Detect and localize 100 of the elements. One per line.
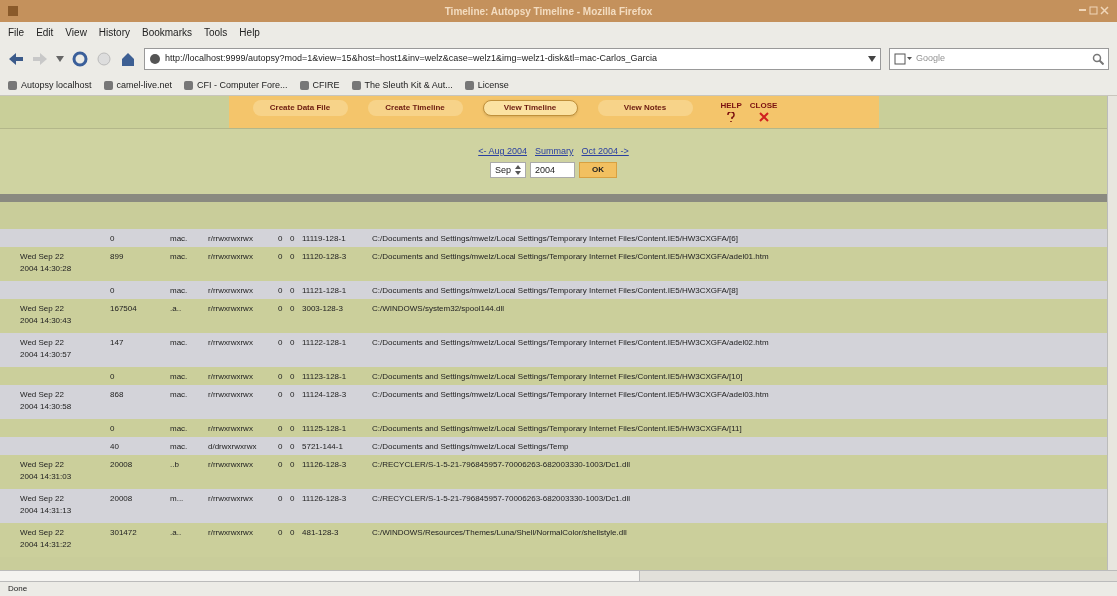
bookmark-item[interactable]: Autopsy localhost [8,78,92,93]
toolbar-button[interactable]: Create Data File [252,100,348,116]
month-select[interactable]: Sep [490,162,526,179]
table-cell-text: 0 [290,372,295,381]
table-cell-text: mac. [170,390,188,399]
next-month-link[interactable]: Oct 2004 -> [581,144,629,159]
bookmark-item[interactable]: CFI - Computer Fore... [184,78,288,93]
close-button[interactable]: CLOSE [749,100,778,122]
search-field[interactable]: Google [916,52,1088,66]
url-text: http://localhost:9999/autopsy?mod=1&view=15&host=host1&inv=welz&case=welz1&img=welz1-disk&tl=mac-Carlos_Garcia [165,52,658,66]
table-cell-text: 0 [110,424,115,433]
back-icon[interactable] [8,52,24,66]
dropdown-icon[interactable] [868,56,876,62]
bookmark-item[interactable]: The Sleuth Kit & Aut... [351,78,453,93]
year-field[interactable]: 2004 [530,162,575,179]
menu-item[interactable]: History [98,24,130,40]
table-cell-text: 0 [110,234,115,243]
menu-item[interactable]: Tools [204,24,228,40]
dropdown-icon[interactable] [56,56,64,62]
table-cell-text: r/rrwxrwxrwx [208,528,253,537]
file-path-text: C:/Documents and Settings/mwelz/Local Settings/Temporary Internet Files/Content.IE5/HW3CXGFA/[6] [372,234,738,243]
summary-link[interactable]: Summary [535,144,574,159]
file-path-text: C:/Documents and Settings/mwelz/Local Settings/Temporary Internet Files/Content.IE5/HW3CXGFA/adel02.htm [372,338,769,347]
file-path-text: C:/Documents and Settings/mwelz/Local Settings/Temp [372,442,569,451]
table-cell-text: 3003-128-3 [302,304,343,313]
file-path-text: C:/RECYCLER/S-1-5-21-796845957-70006263-682003330-1003/Dc1.dll [372,494,630,503]
vertical-scrollbar[interactable] [1107,96,1117,570]
app-icon [8,6,18,16]
table-cell-text: 11119-128-1 [302,234,346,243]
table-cell-text: 11125-128-1 [302,424,347,433]
help-button[interactable]: HELP [720,100,742,122]
bookmark-icon [464,81,474,90]
table-cell-text: 0 [290,234,295,243]
table-cell-text: 0 [110,286,115,295]
table-cell-text: 11123-128-1 [302,372,347,381]
table-row[interactable]: 0 mac. r/rrwxrwxrwx 0 0 11121-128-1 C:/Documents and Settings/mwelz/Local Settings/Temporary Internet Files/Content.IE5/HW3CXGFA/[8] [0,281,1107,299]
close-icon [758,112,769,122]
table-cell-text: r/rrwxrwxrwx [208,390,253,399]
toolbar-button[interactable]: View Timeline [482,100,578,116]
table-cell-text: 0 [278,338,283,347]
table-row[interactable]: Wed Sep 22 2004 14:30:57 147 mac. r/rrwxrwxrwx 0 0 11122-128-1 C:/Documents and Settings/mwelz/Local Settings/Temporary Internet Files/Content.IE5/HW3CXGFA/adel02.htm [0,333,1107,367]
table-row[interactable]: 40 mac. d/drwxrwxrwx 0 0 5721-144-1 C:/Documents and Settings/mwelz/Local Settings/Temp [0,437,1107,455]
home-icon[interactable] [120,51,136,67]
table-cell-text: mac. [170,372,188,381]
table-cell-text: 0 [278,424,283,433]
help-icon [727,112,736,122]
bookmark-item[interactable]: camel-live.net [103,78,173,93]
table-cell-text: 167504 [110,304,137,313]
file-path-text: C:/Documents and Settings/mwelz/Local Settings/Temporary Internet Files/Content.IE5/HW3CXGFA/[8] [372,286,738,295]
table-cell-text: 301472 [110,528,137,537]
table-cell-text: Wed Sep 22 2004 14:31:22 [20,528,72,549]
search-engine-icon[interactable] [894,53,912,65]
table-cell-text: 0 [278,372,283,381]
bookmark-item[interactable]: License [464,78,509,93]
search-box[interactable]: Google [889,48,1109,70]
table-cell-text: m... [170,494,184,503]
search-icon[interactable] [1092,53,1104,65]
table-cell-text: Wed Sep 22 2004 14:30:28 [20,252,72,273]
table-cell-text: 0 [290,338,295,347]
menu-item[interactable]: File [8,24,25,40]
menu-item[interactable]: Help [239,24,260,40]
file-path-text: C:/Documents and Settings/mwelz/Local Settings/Temporary Internet Files/Content.IE5/HW3CXGFA/[11] [372,424,742,433]
toolbar-button[interactable]: Create Timeline [367,100,463,116]
address-field[interactable]: http://localhost:9999/autopsy?mod=1&view=15&host=host1&inv=welz&case=welz1&img=welz1-disk&tl=mac-Carlos_Garcia [144,48,881,70]
table-row[interactable]: 0 mac. r/rrwxrwxrwx 0 0 11119-128-1 C:/Documents and Settings/mwelz/Local Settings/Temporary Internet Files/Content.IE5/HW3CXGFA/[6] [0,229,1107,247]
table-cell-text: 40 [110,442,119,451]
window-title: Timeline: Autopsy Timeline - Mozilla Firefox [443,4,654,19]
bookmark-icon [184,81,194,90]
table-cell-text: d/drwxrwxrwx [208,442,257,451]
bookmark-icon [351,81,361,90]
table-cell-text: 0 [278,528,283,537]
table-row[interactable]: Wed Sep 22 2004 14:31:13 20008 m... r/rrwxrwxrwx 0 0 11126-128-3 C:/RECYCLER/S-1-5-21-796845957-70006263-682003330-1003/Dc1.dll [0,489,1107,523]
toolbar-button[interactable]: View Notes [597,100,693,116]
bookmark-item[interactable]: CFIRE [299,78,340,93]
table-cell-text: ..b [170,460,179,469]
table-cell-text: mac. [170,234,188,243]
table-cell-text: 147 [110,338,124,347]
menu-item[interactable]: Edit [36,24,54,40]
menu-item[interactable]: Bookmarks [142,24,192,40]
previous-month-link[interactable]: <- Aug 2004 [478,144,527,159]
site-icon [149,53,161,65]
window-controls-icon[interactable] [1079,6,1109,16]
menu-item[interactable]: View [65,24,87,40]
table-cell-text: 0 [290,528,295,537]
table-cell-text: r/rrwxrwxrwx [208,460,253,469]
table-cell-text: r/rrwxrwxrwx [208,252,253,261]
table-cell-text: 899 [110,252,124,261]
reload-icon[interactable] [72,51,88,67]
ok-button[interactable]: OK [579,162,617,179]
file-path-text: C:/RECYCLER/S-1-5-21-796845957-70006263-682003330-1003/Dc1.dll [372,460,630,469]
table-cell-text: Wed Sep 22 2004 14:30:57 [20,338,72,359]
table-row[interactable]: Wed Sep 22 2004 14:30:58 868 mac. r/rrwxrwxrwx 0 0 11124-128-3 C:/Documents and Settings/mwelz/Local Settings/Temporary Internet Files/Content.IE5/HW3CXGFA/adel03.htm [0,385,1107,419]
table-cell-text: 0 [290,494,295,503]
table-cell-text: r/rrwxrwxrwx [208,372,253,381]
table-cell-text: 0 [278,442,283,451]
horizontal-scrollbar[interactable] [0,570,1117,582]
file-path-text: C:/WINDOWS/Resources/Themes/Luna/Shell/NormalColor/shellstyle.dll [372,528,627,537]
table-cell-text: mac. [170,252,188,261]
table-cell-text: 11124-128-3 [302,390,347,399]
table-cell-text: mac. [170,286,188,295]
